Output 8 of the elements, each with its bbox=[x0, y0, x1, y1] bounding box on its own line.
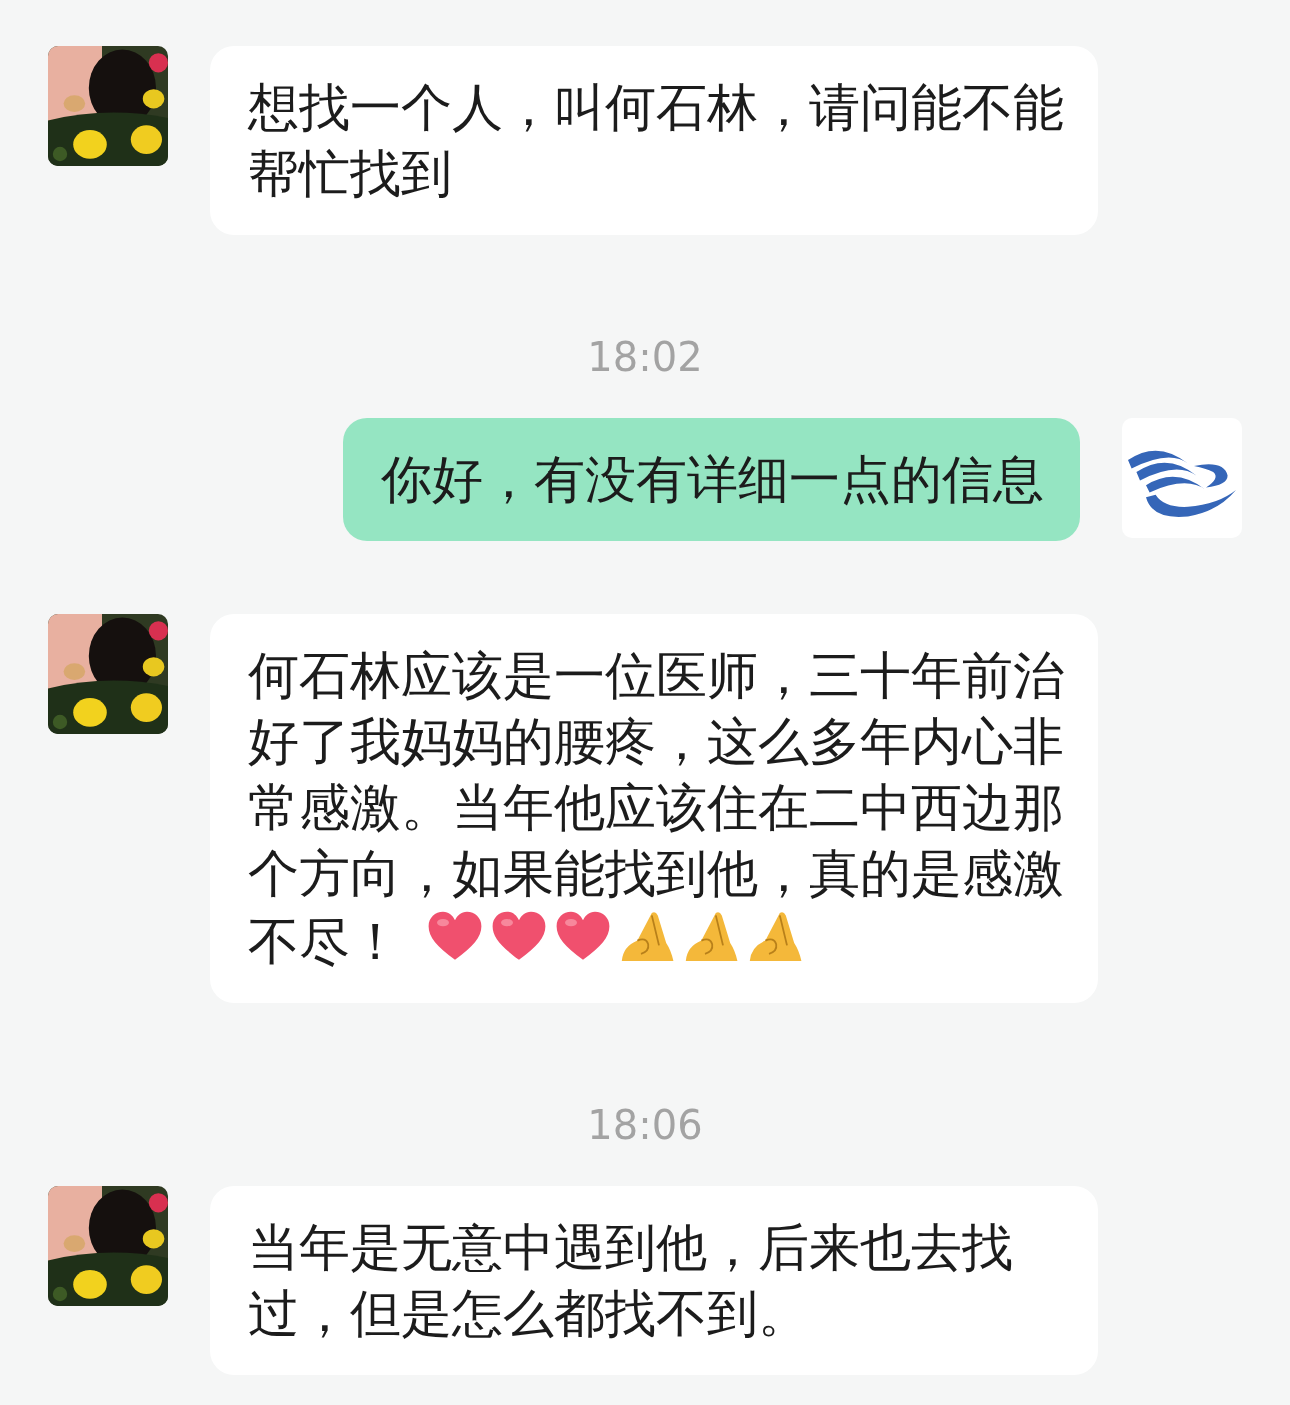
message-text: 何石林应该是一位医师，三十年前治好了我妈妈的腰疼，这么多年内心非常感激。当年他应该住在二中西边那个方向，如果能找到他，真的是感激 bbox=[248, 645, 1064, 905]
timestamp: 18:02 bbox=[586, 333, 704, 382]
message-text: 不尽！ bbox=[248, 912, 401, 971]
timestamp: 18:06 bbox=[586, 1101, 704, 1150]
message-text: 当年是无意中遇到他，后来也去找过，但是怎么都找不到。 bbox=[248, 1218, 1013, 1343]
logo-icon bbox=[1122, 418, 1242, 538]
message-text: 你好，有没有详细一点的信息 bbox=[381, 450, 1044, 509]
message-text: 想找一个人，叫何石林，请问能不能帮忙找到 bbox=[248, 78, 1064, 203]
